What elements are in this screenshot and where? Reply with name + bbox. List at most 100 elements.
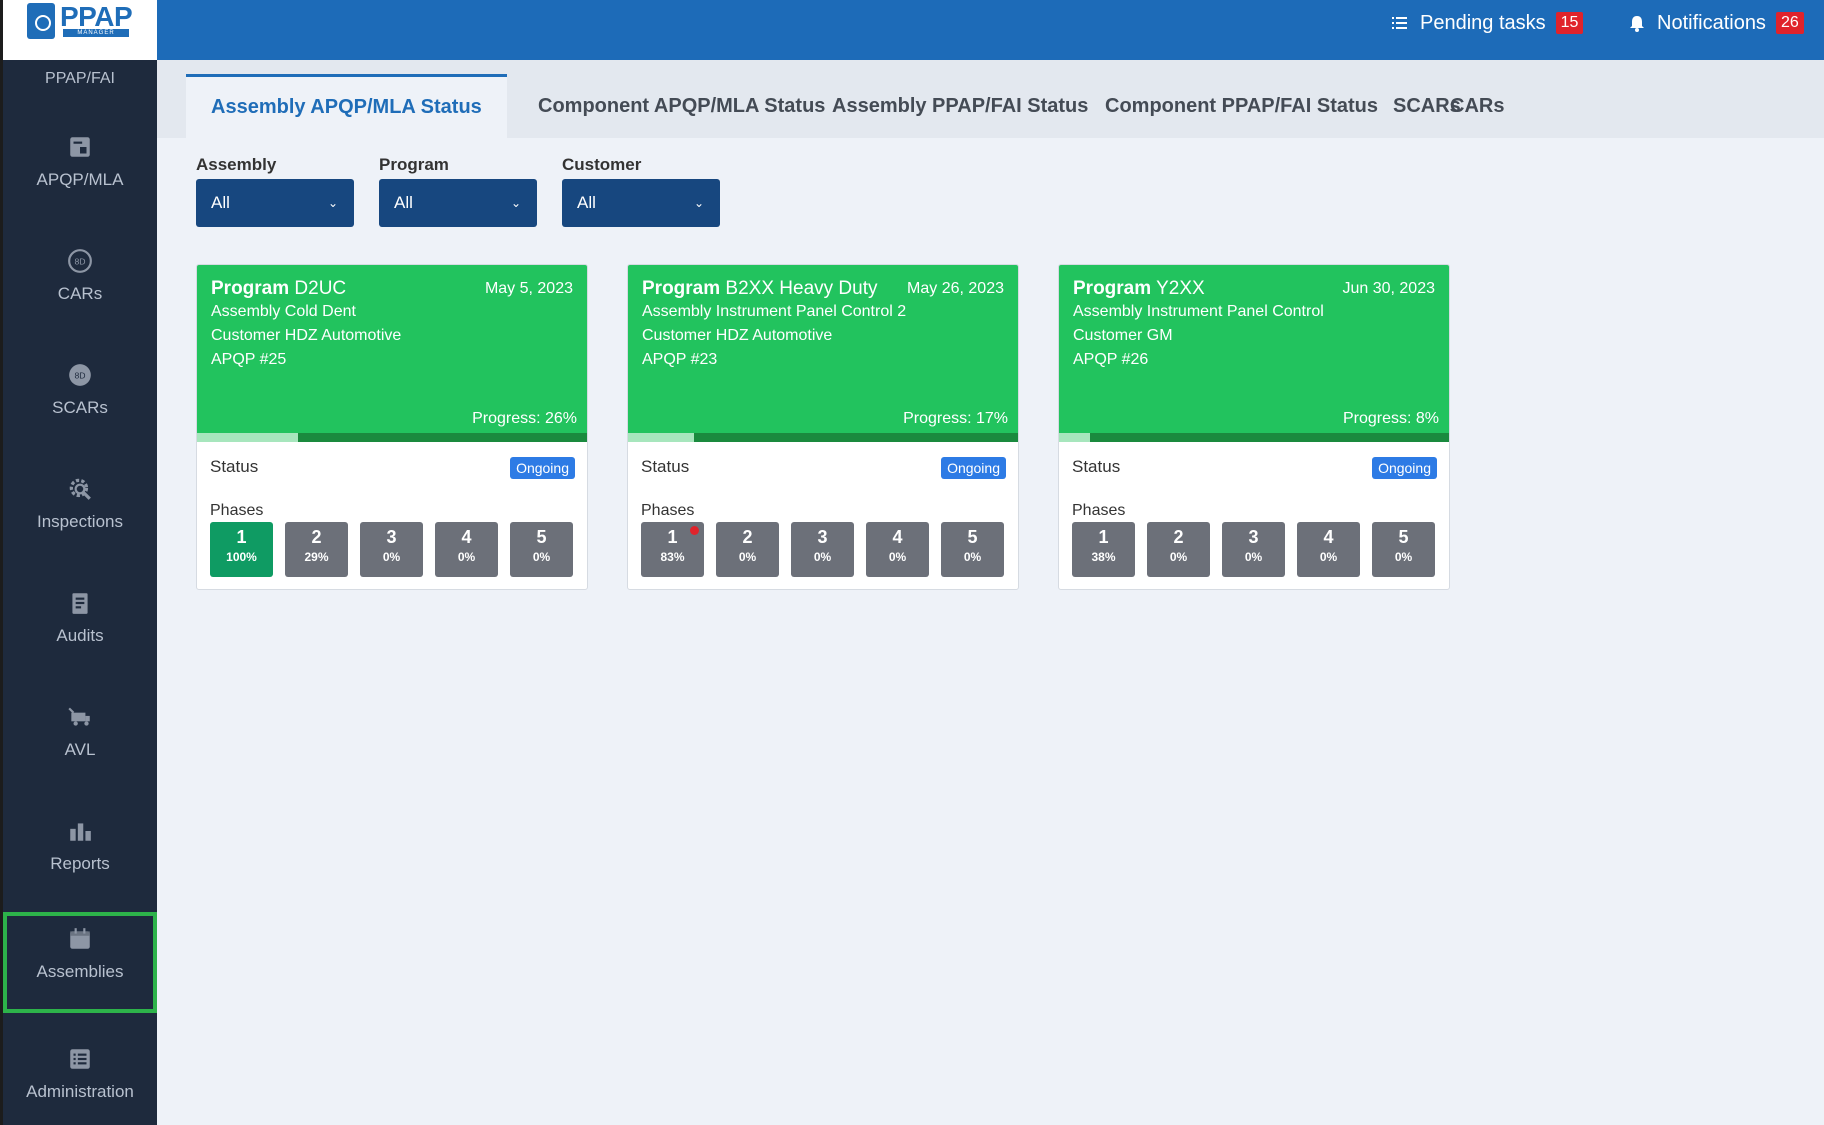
phase-button[interactable]: 2 29% (285, 522, 348, 577)
sidebar-item-label: Assemblies (36, 962, 124, 981)
program-select[interactable]: All ⌄ (379, 179, 537, 227)
sidebar-item-cars[interactable]: 8D CARs (3, 234, 157, 330)
card-date: May 5, 2023 (484, 280, 573, 297)
phase-button[interactable]: 5 0% (1372, 522, 1435, 577)
gear-magnifier-icon (69, 478, 91, 500)
phase-button[interactable]: 5 0% (510, 522, 573, 577)
status-label: Status (210, 457, 259, 476)
phase-button[interactable]: 2 0% (1147, 522, 1210, 577)
tab-component-apqp-mla-status[interactable]: Component APQP/MLA Status (513, 74, 850, 138)
svg-text:8D: 8D (74, 256, 85, 266)
program-name: Y2XX (1156, 278, 1205, 299)
phase-button[interactable]: 3 0% (791, 522, 854, 577)
notifications-count: 26 (1775, 12, 1804, 34)
logo[interactable]: PPAP MANAGER (3, 0, 160, 60)
sidebar-item-ppap-fai[interactable]: PPAP/FAI (3, 70, 157, 88)
program-card[interactable]: Program B2XX Heavy Duty May 26, 2023 Assem… (627, 264, 1019, 590)
tab-assembly-ppap-fai-status[interactable]: Assembly PPAP/FAI Status (807, 74, 1113, 138)
phase-button[interactable]: 1 38% (1072, 522, 1135, 577)
phase-button[interactable]: 3 0% (1222, 522, 1285, 577)
phase-number: 4 (1323, 527, 1334, 547)
logo-icon (27, 3, 55, 39)
chevron-down-icon: ⌄ (510, 196, 521, 210)
select-value: All (211, 193, 230, 212)
sidebar-item-scars[interactable]: 8D SCARs (3, 348, 157, 444)
program-card[interactable]: Program Y2XX Jun 30, 2023 Assembly Instrum… (1058, 264, 1450, 590)
phase-button[interactable]: 2 0% (716, 522, 779, 577)
chevron-down-icon: ⌄ (327, 196, 338, 210)
status-label: Status (1072, 457, 1121, 476)
sidebar-item-audits[interactable]: Audits (3, 576, 157, 672)
phase-number: 2 (742, 527, 753, 547)
customer-filter: Customer All ⌄ (562, 155, 720, 227)
sidebar-item-label: CARs (57, 284, 103, 303)
card-customer: Customer GM (1073, 327, 1173, 344)
phases-label: Phases (1072, 502, 1126, 519)
filter-label: Customer (562, 155, 642, 174)
filter-label: Assembly (196, 155, 277, 174)
phase-button[interactable]: 1 83% (641, 522, 704, 577)
list-icon (70, 1049, 90, 1069)
phase-number: 2 (311, 527, 322, 547)
phase-button[interactable]: 4 0% (435, 522, 498, 577)
phase-percent: 100% (226, 550, 257, 564)
phase-button[interactable]: 4 0% (1297, 522, 1360, 577)
notifications-button[interactable]: Notifications 26 (1627, 10, 1804, 36)
sidebar: PPAP MANAGER PPAP/FAI APQP/MLA 8D CARs 8… (0, 0, 160, 1125)
card-apqp-number: APQP #26 (1073, 351, 1149, 368)
card-program: Program B2XX Heavy Duty (642, 278, 878, 300)
tab-assembly-apqp-mla-status[interactable]: Assembly APQP/MLA Status (186, 74, 507, 138)
select-value: All (577, 193, 596, 212)
pending-tasks-label: Pending tasks (1420, 11, 1546, 34)
status-label: Status (641, 457, 690, 476)
phase-percent: 0% (457, 550, 476, 564)
sidebar-item-inspections[interactable]: Inspections (3, 462, 157, 558)
sidebar-item-assemblies[interactable]: Assemblies (3, 912, 157, 1013)
assembly-filter: Assembly All ⌄ (196, 155, 354, 227)
sidebar-item-label: Reports (50, 854, 110, 873)
sidebar-item-apqp-mla[interactable]: APQP/MLA (3, 120, 157, 216)
customer-select[interactable]: All ⌄ (562, 179, 720, 227)
card-progress-label: Progress: 8% (1342, 410, 1439, 427)
8d-icon: 8D (69, 364, 91, 386)
card-apqp-number: APQP #25 (211, 351, 287, 368)
sidebar-item-label: Administration (26, 1082, 134, 1101)
tab-component-ppap-fai-status[interactable]: Component PPAP/FAI Status (1080, 74, 1403, 138)
phase-percent: 0% (888, 550, 907, 564)
sidebar-item-avl[interactable]: AVL (3, 690, 157, 786)
sidebar-item-reports[interactable]: Reports (3, 804, 157, 900)
card-date: May 26, 2023 (907, 280, 1004, 297)
status-badge: Ongoing (941, 457, 1006, 479)
card-date: Jun 30, 2023 (1342, 280, 1435, 297)
card-customer: Customer HDZ Automotive (642, 327, 833, 344)
phase-number: 3 (817, 527, 828, 547)
phase-number: 5 (967, 527, 978, 547)
card-program: Program D2UC (211, 278, 346, 300)
card-assembly: Assembly Instrument Panel Control (1073, 303, 1324, 320)
program-name: D2UC (294, 278, 347, 299)
phase-number: 4 (461, 527, 472, 547)
phase-number: 4 (892, 527, 903, 547)
assembly-select[interactable]: All ⌄ (196, 179, 354, 227)
sidebar-item-administration[interactable]: Administration (3, 1032, 157, 1125)
tab-cars[interactable]: CARs (1425, 74, 1529, 138)
phase-percent: 0% (813, 550, 832, 564)
card-progress-label: Progress: 26% (472, 410, 577, 427)
phase-button[interactable]: 4 0% (866, 522, 929, 577)
card-assembly: Assembly Instrument Panel Control 2 (642, 303, 907, 320)
phase-number: 1 (236, 527, 247, 547)
phase-number: 5 (1398, 527, 1409, 547)
filter-label: Program (379, 155, 449, 174)
phase-button[interactable]: 5 0% (941, 522, 1004, 577)
phase-number: 3 (386, 527, 397, 547)
phase-button[interactable]: 1 100% (210, 522, 273, 577)
program-card[interactable]: Program D2UC May 5, 2023 Assembly Cold Den… (196, 264, 588, 590)
sidebar-item-label: SCARs (52, 398, 108, 417)
phase-button[interactable]: 3 0% (360, 522, 423, 577)
phase-percent: 0% (1319, 550, 1338, 564)
sidebar-item-label: AVL (64, 740, 96, 759)
sidebar-item-label: Inspections (37, 512, 123, 531)
pending-tasks-button[interactable]: Pending tasks 15 (1390, 10, 1584, 36)
document-icon (70, 137, 90, 157)
phase-percent: 0% (1169, 550, 1188, 564)
